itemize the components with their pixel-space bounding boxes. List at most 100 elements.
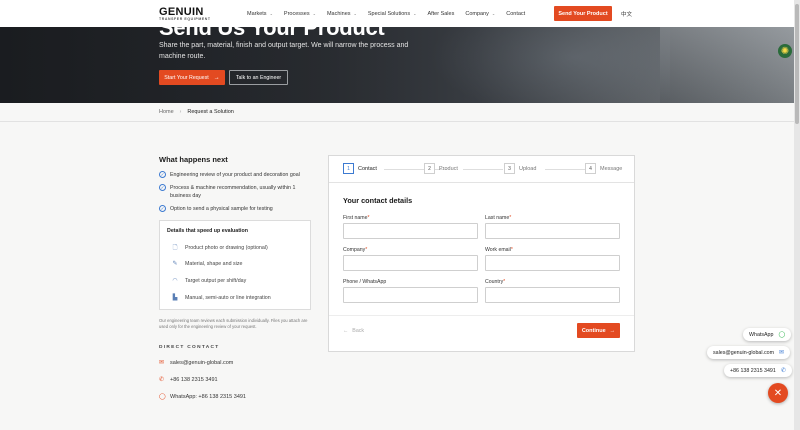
list-item-text: Process & machine recommendation, usuall… — [170, 185, 296, 199]
nav-machines[interactable]: Machines ⌄ — [327, 11, 357, 17]
flower-badge-icon[interactable]: ✺ — [778, 44, 792, 58]
page: GENUIN TRANSFER EQUIPMENT Markets ⌄ Proce… — [0, 0, 794, 430]
company-label: Company* — [343, 247, 367, 253]
float-phone[interactable]: +86 138 2315 3491 ✆ — [724, 364, 792, 377]
detail-item-text: Product photo or drawing (optional) — [185, 245, 268, 251]
step-message[interactable]: 4 Message — [585, 163, 622, 174]
step-number: 3 — [504, 163, 515, 174]
nav-markets[interactable]: Markets ⌄ — [247, 11, 273, 17]
label-text: Phone / WhatsApp — [343, 279, 387, 285]
step-product[interactable]: 2 Product — [424, 163, 458, 174]
stepper-line — [463, 169, 503, 170]
contact-phone-text: +86 138 2315 3491 — [170, 376, 218, 383]
chevron-down-icon: ⌄ — [491, 11, 496, 16]
arrow-right-icon: → — [609, 327, 616, 334]
phone-icon: ✆ — [780, 368, 786, 374]
mail-icon: ✉ — [779, 350, 785, 356]
send-product-button[interactable]: Send Your Product — [554, 6, 612, 21]
phone-label: Phone / WhatsApp — [343, 279, 386, 285]
chevron-down-icon: ⌄ — [312, 11, 316, 16]
first-name-label: First name* — [343, 215, 370, 221]
start-request-label: Start Your Request — [164, 74, 209, 81]
required-mark: * — [509, 215, 512, 221]
step-label: Product — [439, 165, 458, 172]
contact-whatsapp[interactable]: ◯ WhatsApp: +86 138 2315 3491 — [159, 393, 246, 401]
work-email-field[interactable] — [485, 255, 620, 271]
nav-after-sales[interactable]: After Sales — [427, 11, 454, 17]
chevron-down-icon: ⌄ — [413, 11, 417, 16]
float-email[interactable]: sales@genuin-global.com ✉ — [707, 346, 791, 359]
nav-label: Machines — [326, 10, 351, 17]
back-button[interactable]: ← Back — [343, 328, 364, 334]
contact-phone[interactable]: ✆ +86 138 2315 3491 — [159, 376, 218, 384]
close-contact-button[interactable]: ✕ — [768, 383, 788, 403]
what-next-title: What happens next — [159, 155, 228, 164]
hero-banner: Send Us Your Product Share the part, mat… — [0, 27, 794, 103]
check-circle-icon: ✓ — [159, 171, 166, 178]
last-name-label: Last name* — [485, 215, 511, 221]
float-whatsapp-label: WhatsApp — [749, 331, 774, 338]
contact-email[interactable]: ✉ sales@genuin-global.com — [159, 359, 234, 367]
list-item: ✓ Process & machine recommendation, usua… — [159, 184, 309, 200]
stepper-line — [545, 169, 585, 170]
language-switch[interactable]: 中文 — [621, 10, 632, 18]
company-field[interactable] — [343, 255, 478, 271]
list-item: ✓ Engineering review of your product and… — [159, 171, 309, 179]
continue-button[interactable]: Continue → — [577, 323, 620, 338]
phone-field[interactable] — [343, 287, 478, 303]
nav-processes[interactable]: Processes ⌄ — [284, 11, 316, 17]
check-circle-icon: ✓ — [159, 184, 166, 191]
divider — [0, 121, 794, 122]
step-number: 2 — [424, 163, 435, 174]
label-text: Country — [485, 279, 504, 285]
check-circle-icon: ✓ — [159, 205, 166, 212]
site-header: GENUIN TRANSFER EQUIPMENT Markets ⌄ Proce… — [0, 0, 794, 27]
logo[interactable]: GENUIN TRANSFER EQUIPMENT — [159, 7, 211, 22]
nav-label: Markets — [247, 10, 267, 17]
country-label: Country* — [485, 279, 505, 285]
talk-engineer-button[interactable]: Talk to an Engineer — [229, 70, 288, 85]
details-box: Details that speed up evaluation 🗋 Produ… — [159, 220, 311, 310]
label-text: Work email — [485, 247, 511, 253]
form-title: Your contact details — [343, 196, 413, 205]
step-upload[interactable]: 3 Upload — [504, 163, 536, 174]
close-icon: ✕ — [773, 387, 783, 399]
request-form: 1 Contact 2 Product 3 Upload 4 Message Y… — [328, 155, 635, 352]
nav-special-solutions[interactable]: Special Solutions ⌄ — [368, 11, 417, 17]
nav-company[interactable]: Company ⌄ — [465, 11, 495, 17]
nav-contact[interactable]: Contact — [506, 11, 525, 17]
logo-tagline: TRANSFER EQUIPMENT — [159, 17, 211, 21]
what-next-list: ✓ Engineering review of your product and… — [159, 171, 309, 218]
details-title: Details that speed up evaluation — [167, 228, 248, 234]
contact-whatsapp-text: WhatsApp: +86 138 2315 3491 — [170, 393, 246, 400]
document-icon: 🗋 — [172, 245, 178, 251]
contact-email-text: sales@genuin-global.com — [170, 359, 234, 366]
phone-icon: ✆ — [159, 377, 165, 383]
detail-item-text: Target output per shift/day — [185, 277, 247, 284]
step-label: Contact — [358, 165, 377, 172]
scrollbar-thumb[interactable] — [795, 4, 799, 124]
work-email-label: Work email* — [485, 247, 513, 253]
float-whatsapp[interactable]: WhatsApp ◯ — [743, 328, 792, 341]
factory-icon: ▙ — [172, 295, 178, 301]
last-name-field[interactable] — [485, 223, 620, 239]
arrow-right-icon: → — [213, 74, 220, 81]
first-name-field[interactable] — [343, 223, 478, 239]
detail-item-text: Manual, semi-auto or line integration — [185, 294, 271, 301]
start-request-button[interactable]: Start Your Request → — [159, 70, 225, 85]
country-field[interactable] — [485, 287, 620, 303]
label-text: Last name — [485, 215, 510, 221]
detail-item: ✎ Material, shape and size — [171, 260, 243, 268]
list-item-text: Engineering review of your product and d… — [170, 172, 300, 178]
step-contact[interactable]: 1 Contact — [343, 163, 377, 174]
direct-contact-label: DIRECT CONTACT — [159, 345, 220, 350]
scrollbar[interactable] — [794, 0, 800, 430]
nav-label: Special Solutions — [367, 10, 411, 17]
breadcrumb-home[interactable]: Home — [159, 109, 174, 115]
form-footer-divider — [329, 315, 634, 316]
required-mark: * — [510, 247, 513, 253]
whatsapp-icon: ◯ — [778, 332, 786, 338]
step-label: Upload — [519, 165, 537, 172]
list-item-text: Option to send a physical sample for tes… — [170, 206, 273, 212]
detail-item-text: Material, shape and size — [185, 260, 243, 267]
